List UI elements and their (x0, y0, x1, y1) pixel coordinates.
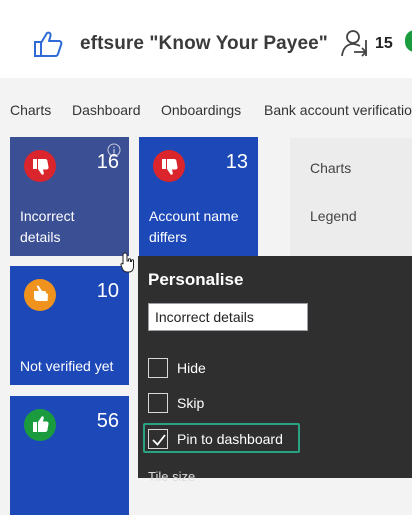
thumbs-down-icon (153, 150, 185, 187)
tile-account-name-differs[interactable]: 13 Account name differs (139, 137, 258, 256)
skip-checkbox[interactable] (148, 393, 168, 413)
tile-label-line1: Incorrect (20, 208, 75, 224)
tile-count: 13 (225, 151, 248, 173)
hand-icon (24, 279, 56, 316)
pin-label: Pin to dashboard (177, 431, 283, 447)
tile-label-line2: differs (149, 229, 187, 245)
tab-charts[interactable]: Charts (10, 102, 51, 118)
tile-not-verified-yet[interactable]: 10 Not verified yet (10, 266, 129, 385)
thumbs-up-icon (24, 409, 56, 446)
tile-incorrect-details[interactable]: 16 Incorrect details (10, 137, 129, 256)
charts-label: Charts (310, 160, 352, 176)
app-header: eftsure "Know Your Payee" 15 (0, 0, 412, 78)
app-title: eftsure "Know Your Payee" (80, 33, 328, 54)
tab-bar: Charts Dashboard Onboardings Bank accoun… (0, 96, 412, 126)
tab-bank-account-verification[interactable]: Bank account verification (264, 102, 412, 118)
hide-label: Hide (177, 360, 206, 376)
share-user-icon[interactable] (340, 28, 372, 63)
tile-verified[interactable]: 56 (10, 396, 129, 515)
popup-title: Personalise (148, 270, 244, 289)
tile-label: Incorrect details (20, 206, 74, 248)
tile-size-label: Tile size (148, 469, 196, 484)
legend-label: Legend (310, 208, 357, 224)
share-count: 15 (375, 35, 393, 52)
tile-count: 56 (96, 410, 119, 432)
checkmark-icon (152, 434, 166, 446)
tile-label: Account name differs (149, 206, 239, 248)
mouse-cursor-icon (120, 252, 136, 279)
pin-checkbox[interactable] (148, 429, 168, 449)
tile-name-input[interactable] (148, 303, 308, 331)
tab-onboardings[interactable]: Onboardings (161, 102, 241, 118)
tile-count: 10 (96, 280, 119, 302)
tile-label-line1: Account name (149, 208, 239, 224)
skip-label: Skip (177, 395, 205, 411)
tile-label-line2: details (20, 229, 61, 245)
thumbs-down-icon (24, 150, 56, 187)
tile-label-line1: Not verified yet (20, 358, 114, 374)
thumbs-up-icon (32, 30, 64, 63)
tile-label: Not verified yet (20, 356, 113, 377)
status-indicator[interactable] (405, 30, 412, 52)
tile-count: 16 (96, 151, 119, 173)
hide-checkbox[interactable] (148, 358, 168, 378)
tab-dashboard[interactable]: Dashboard (72, 102, 141, 118)
personalise-popup: Personalise Hide Skip Pin to dashboard T… (138, 256, 412, 484)
